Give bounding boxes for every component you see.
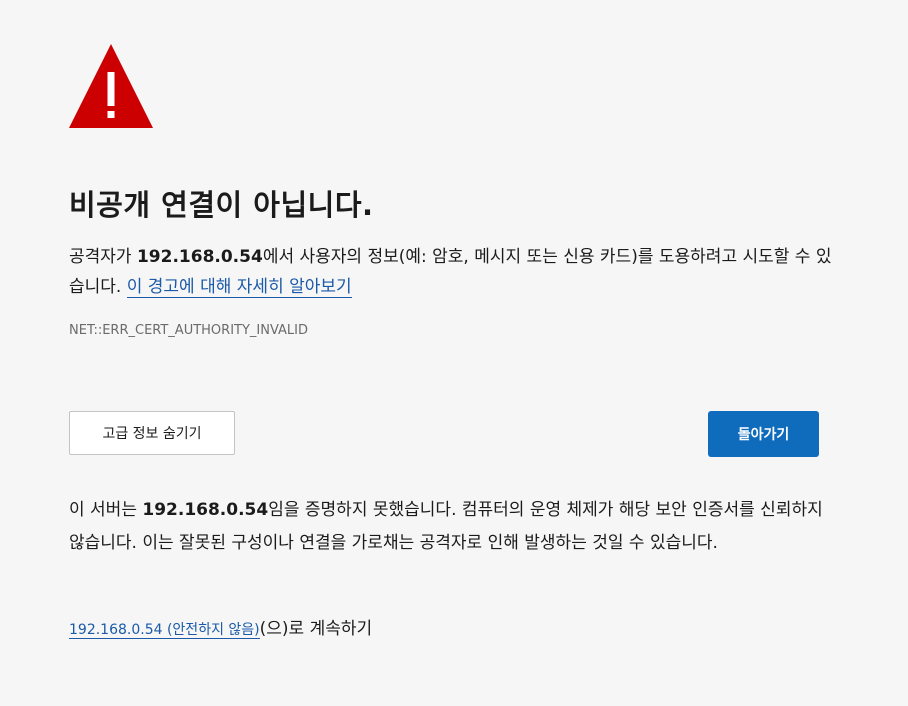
intro-text: 공격자가 192.168.0.54에서 사용자의 정보(예: 암호, 메시지 또… — [69, 242, 839, 302]
page-title: 비공개 연결이 아닙니다. — [69, 188, 374, 222]
learn-more-link[interactable]: 이 경고에 대해 자세히 알아보기 — [126, 277, 352, 298]
details-host: 192.168.0.54 — [142, 500, 269, 520]
intro-host: 192.168.0.54 — [136, 247, 263, 267]
proceed-line: 192.168.0.54 (안전하지 않음)(으)로 계속하기 — [69, 614, 372, 639]
details-prefix: 이 서버는 — [69, 500, 143, 520]
hide-advanced-button[interactable]: 고급 정보 숨기기 — [69, 411, 235, 455]
intro-prefix: 공격자가 — [69, 247, 137, 267]
error-page: 비공개 연결이 아닙니다. 공격자가 192.168.0.54에서 사용자의 정… — [0, 0, 908, 706]
proceed-unsafe-link[interactable]: 192.168.0.54 (안전하지 않음) — [69, 622, 260, 639]
proceed-suffix: (으)로 계속하기 — [259, 619, 373, 639]
error-code: NET::ERR_CERT_AUTHORITY_INVALID — [69, 323, 309, 338]
warning-triangle-icon — [69, 44, 153, 128]
details-text: 이 서버는 192.168.0.54임을 증명하지 못했습니다. 컴퓨터의 운영… — [69, 494, 839, 560]
back-button[interactable]: 돌아가기 — [708, 411, 819, 457]
